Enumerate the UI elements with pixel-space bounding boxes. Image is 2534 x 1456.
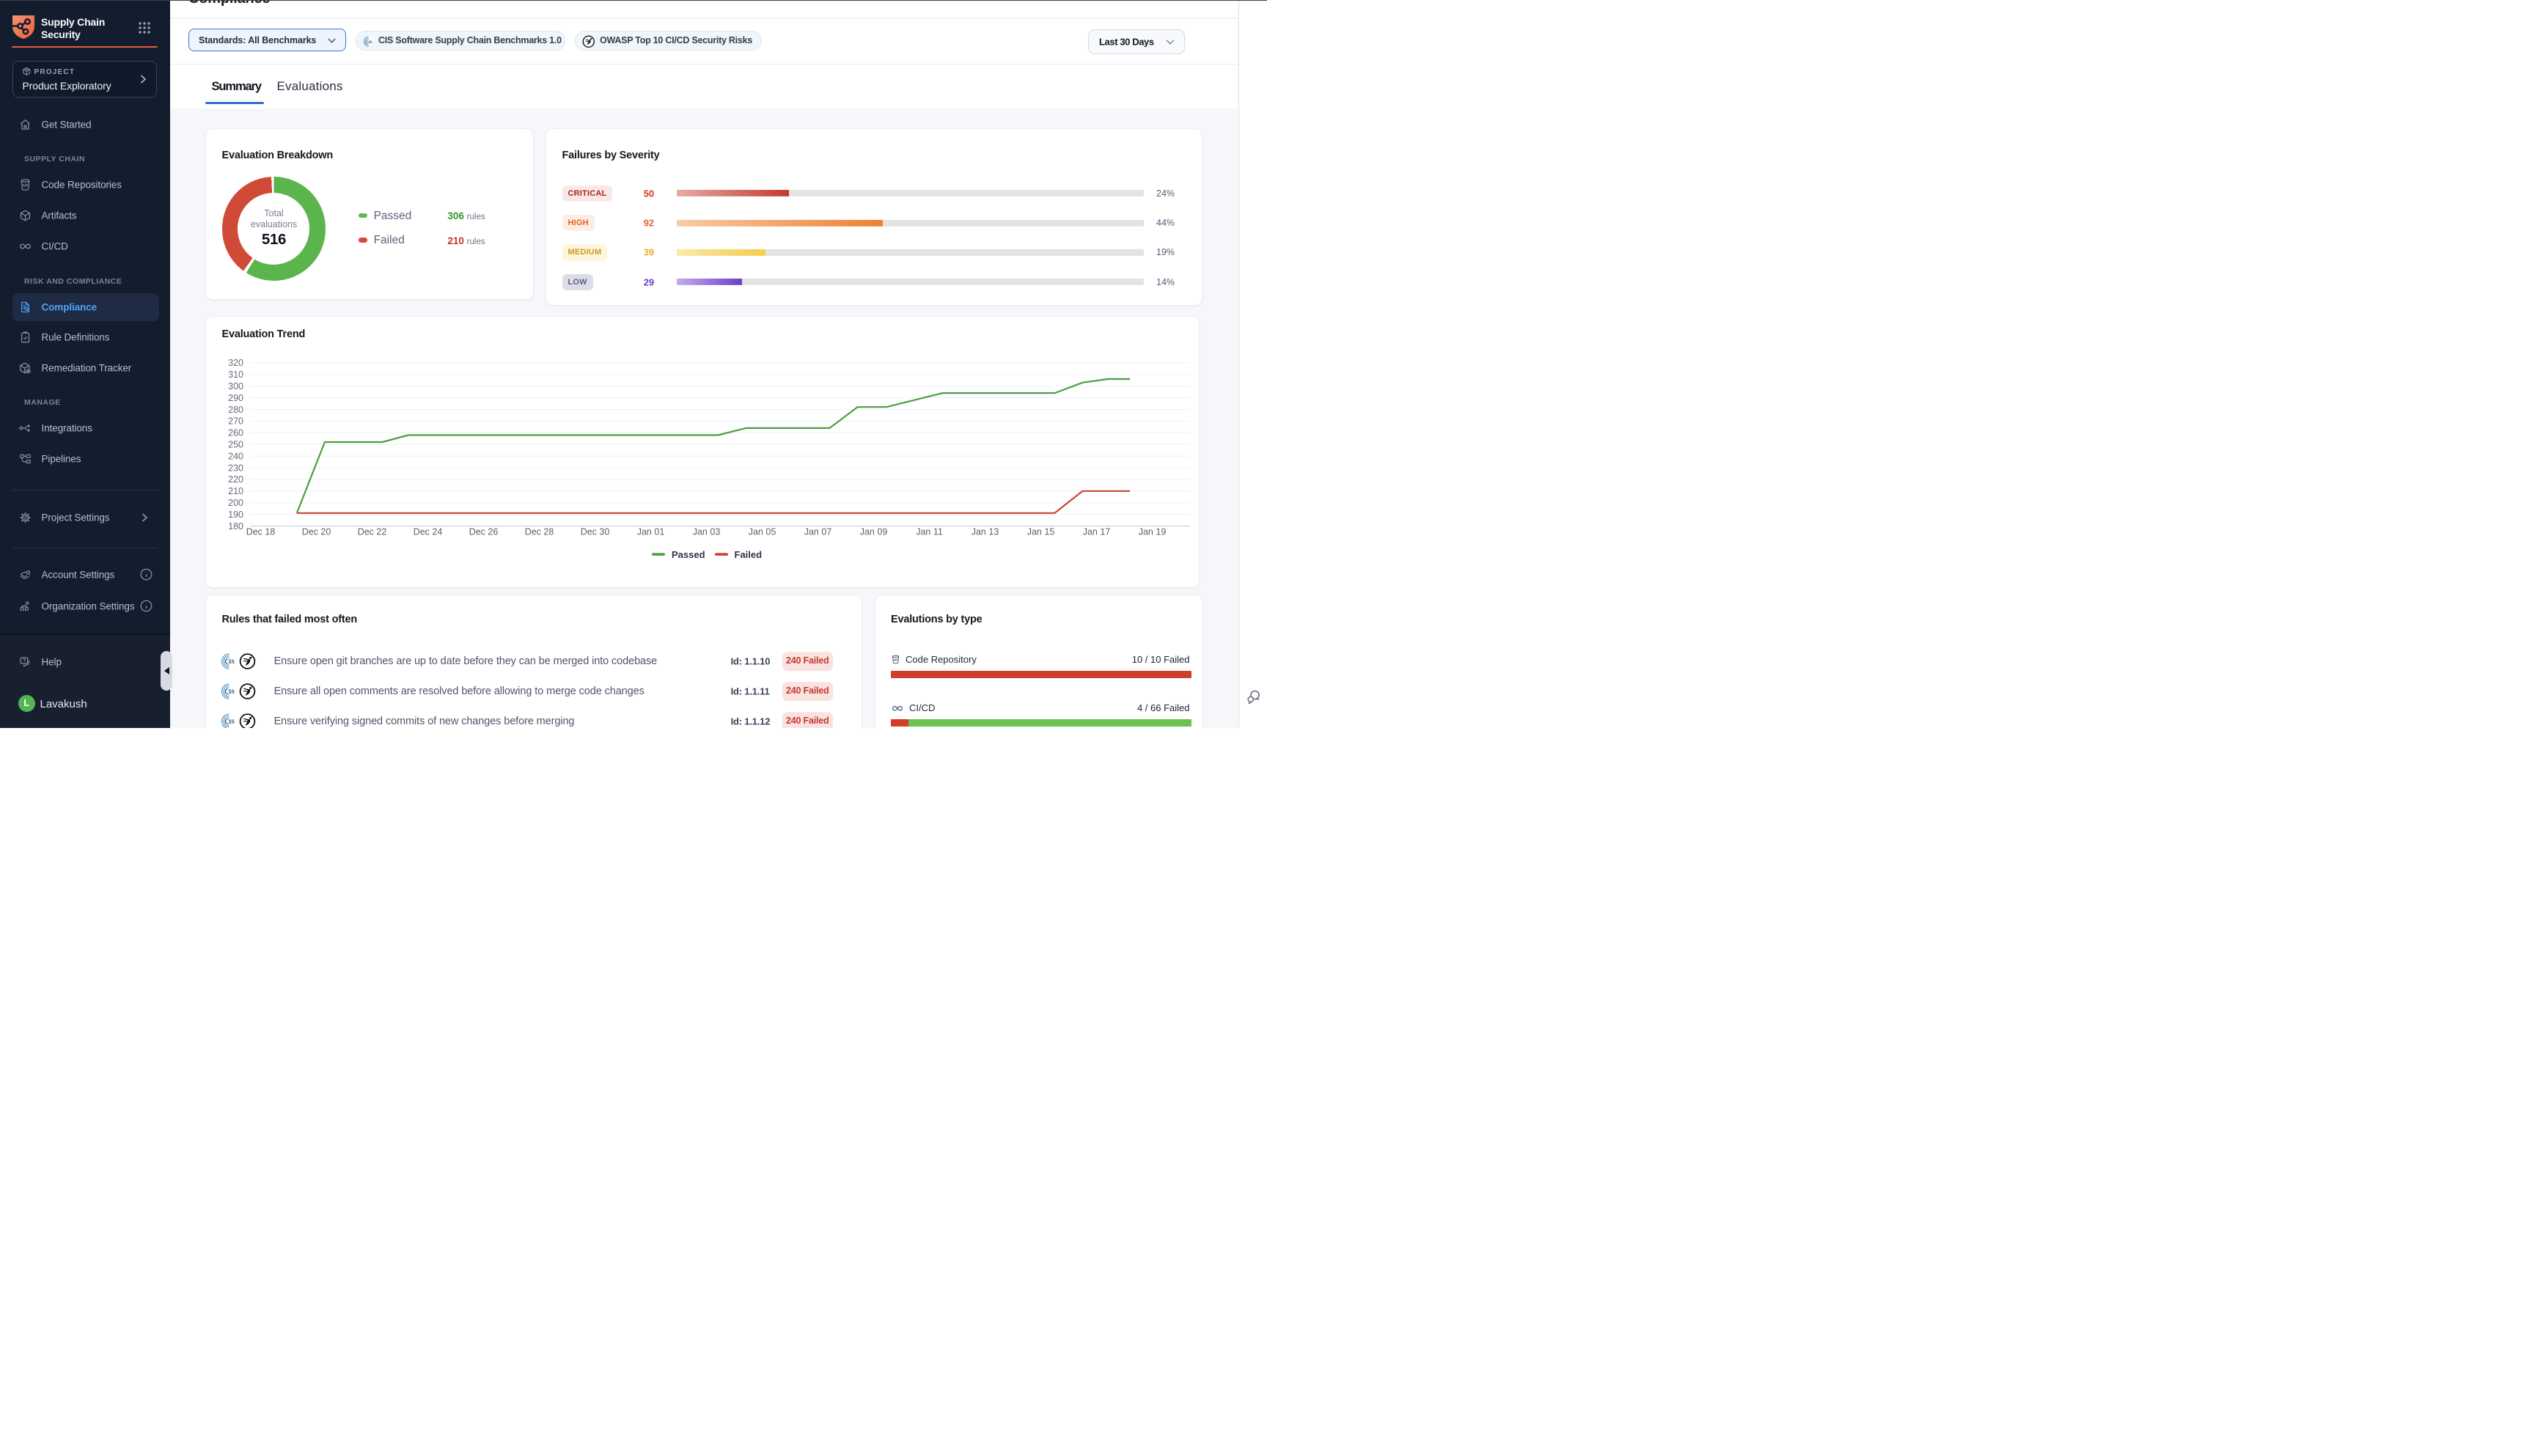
svg-text:280: 280 <box>228 404 243 414</box>
svg-text:Dec 18: Dec 18 <box>246 526 276 537</box>
svg-text:Dec 30: Dec 30 <box>581 526 610 537</box>
svg-text:Jan 05: Jan 05 <box>749 526 776 537</box>
svg-text:Jan 17: Jan 17 <box>1083 526 1111 537</box>
svg-text:200: 200 <box>228 498 243 508</box>
svg-text:Failed: Failed <box>735 549 763 560</box>
svg-text:Dec 26: Dec 26 <box>469 526 499 537</box>
svg-text:Jan 15: Jan 15 <box>1027 526 1055 537</box>
svg-text:Jan 11: Jan 11 <box>916 526 943 537</box>
svg-text:Dec 24: Dec 24 <box>414 526 443 537</box>
svg-text:Dec 22: Dec 22 <box>358 526 387 537</box>
svg-text:270: 270 <box>228 416 243 426</box>
svg-text:210: 210 <box>228 486 243 496</box>
svg-text:220: 220 <box>228 474 243 485</box>
svg-text:Jan 09: Jan 09 <box>860 526 888 537</box>
svg-text:260: 260 <box>228 427 243 438</box>
svg-text:Jan 01: Jan 01 <box>637 526 665 537</box>
svg-text:Jan 19: Jan 19 <box>1139 526 1167 537</box>
svg-text:Jan 07: Jan 07 <box>804 526 832 537</box>
svg-text:290: 290 <box>228 392 243 402</box>
svg-text:Dec 20: Dec 20 <box>302 526 331 537</box>
svg-text:Passed: Passed <box>672 549 705 560</box>
svg-text:240: 240 <box>228 451 243 461</box>
svg-text:Jan 03: Jan 03 <box>693 526 721 537</box>
svg-text:Jan 13: Jan 13 <box>972 526 999 537</box>
svg-text:180: 180 <box>228 521 243 531</box>
svg-text:320: 320 <box>228 358 243 368</box>
svg-text:300: 300 <box>228 381 243 391</box>
svg-text:310: 310 <box>228 369 243 380</box>
svg-text:Dec 28: Dec 28 <box>525 526 554 537</box>
svg-text:190: 190 <box>228 509 243 519</box>
svg-text:250: 250 <box>228 439 243 449</box>
svg-text:230: 230 <box>228 463 243 473</box>
